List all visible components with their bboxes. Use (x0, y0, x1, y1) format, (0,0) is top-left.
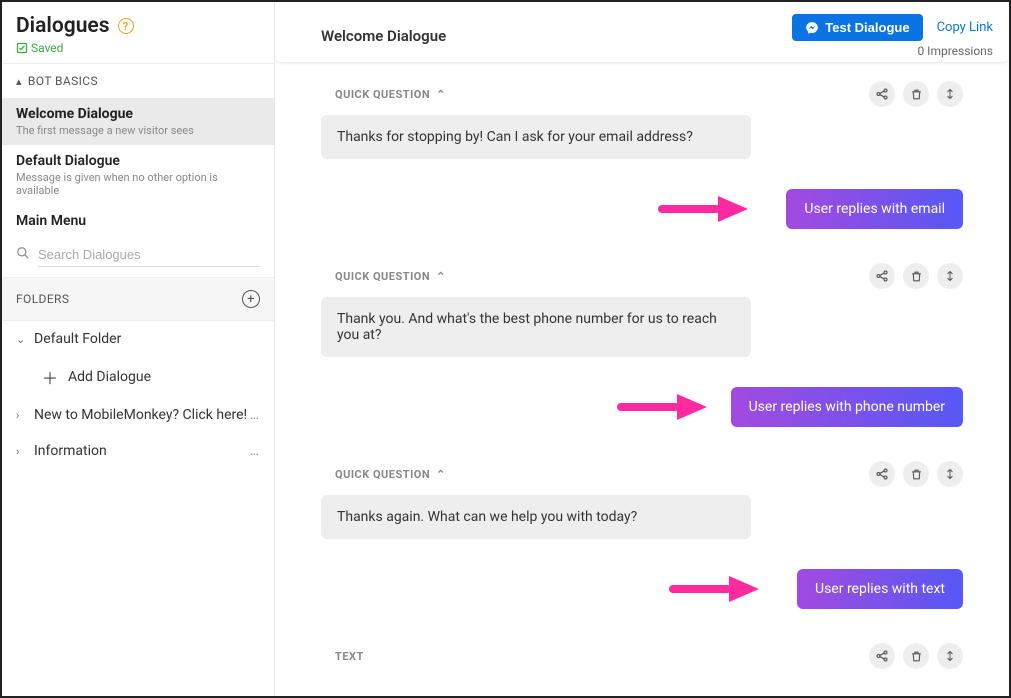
main-header: Welcome Dialogue Test Dialogue Copy Link… (275, 2, 1009, 63)
widget-type-label[interactable]: QUICK QUESTION ⌃ (321, 468, 446, 481)
plus-icon: ＋ (42, 365, 58, 389)
chevron-right-icon: › (16, 445, 28, 458)
widget-type-label[interactable]: QUICK QUESTION ⌃ (321, 88, 446, 101)
dialogue-desc: The first message a new visitor sees (16, 124, 260, 137)
widget-quick-question: QUICK QUESTION ⌃ (321, 81, 963, 229)
user-reply-chip[interactable]: User replies with text (797, 569, 963, 609)
folder-label: Information (34, 443, 107, 459)
section-label: BOT BASICS (28, 74, 98, 88)
bot-message[interactable]: Thanks again. What can we help you with … (321, 495, 751, 539)
add-dialogue-button[interactable]: ＋ Add Dialogue (2, 357, 274, 397)
folder-new-to-mm[interactable]: › New to MobileMonkey? Click here! … (2, 397, 274, 433)
more-icon[interactable]: … (250, 443, 260, 459)
search-icon (16, 246, 30, 264)
chevron-down-icon: ⌄ (16, 333, 28, 346)
sidebar: Dialogues ? Saved ▴ BOT BASICS Welcome D… (2, 2, 275, 696)
widget-quick-question: QUICK QUESTION ⌃ (321, 263, 963, 427)
add-folder-button[interactable]: + (242, 290, 260, 308)
move-icon[interactable] (937, 263, 963, 289)
share-icon[interactable] (869, 81, 895, 107)
dialogue-name: Welcome Dialogue (16, 106, 260, 122)
chevron-up-icon: ▴ (16, 75, 22, 88)
folder-label: Default Folder (34, 331, 121, 347)
dialogue-desc: Message is given when no other option is… (16, 171, 260, 197)
share-icon[interactable] (869, 461, 895, 487)
search-input[interactable] (38, 243, 260, 267)
bot-message[interactable]: Thank you. And what's the best phone num… (321, 297, 751, 357)
saved-label: Saved (31, 41, 63, 55)
help-icon[interactable]: ? (118, 18, 134, 34)
move-icon[interactable] (937, 461, 963, 487)
dialogue-item-default[interactable]: Default Dialogue Message is given when n… (2, 145, 274, 205)
test-dialogue-label: Test Dialogue (825, 20, 909, 35)
dialogue-item-mainmenu[interactable]: Main Menu (2, 205, 274, 237)
saved-badge: Saved (16, 41, 260, 55)
trash-icon[interactable] (903, 81, 929, 107)
bot-message[interactable]: Thanks for stopping by! Can I ask for yo… (321, 115, 751, 159)
share-icon[interactable] (869, 263, 895, 289)
canvas: QUICK QUESTION ⌃ (275, 63, 1009, 696)
move-icon[interactable] (937, 81, 963, 107)
folders-label: FOLDERS (16, 292, 69, 306)
widget-quick-question: QUICK QUESTION ⌃ (321, 461, 963, 609)
add-dialogue-label: Add Dialogue (68, 369, 151, 385)
chevron-up-icon: ⌃ (436, 88, 446, 101)
test-dialogue-button[interactable]: Test Dialogue (792, 14, 922, 41)
widget-type-label[interactable]: TEXT (321, 650, 364, 663)
share-icon[interactable] (869, 643, 895, 669)
user-reply-chip[interactable]: User replies with email (786, 189, 963, 229)
chevron-up-icon: ⌃ (436, 468, 446, 481)
copy-link[interactable]: Copy Link (937, 20, 993, 35)
more-icon[interactable]: … (250, 407, 260, 423)
move-icon[interactable] (937, 643, 963, 669)
dialogue-name: Default Dialogue (16, 153, 260, 169)
impressions-count: 0 Impressions (917, 44, 993, 58)
trash-icon[interactable] (903, 263, 929, 289)
folder-default[interactable]: ⌄ Default Folder (2, 321, 274, 357)
dialogue-title: Welcome Dialogue (321, 27, 446, 45)
chevron-right-icon: › (16, 409, 28, 422)
annotation-arrow (617, 394, 707, 420)
section-bot-basics[interactable]: ▴ BOT BASICS (2, 63, 274, 98)
annotation-arrow (669, 576, 759, 602)
folder-information[interactable]: › Information … (2, 433, 274, 469)
widget-type-label[interactable]: QUICK QUESTION ⌃ (321, 270, 446, 283)
messenger-icon (805, 21, 819, 35)
user-reply-chip[interactable]: User replies with phone number (731, 387, 963, 427)
annotation-arrow (658, 196, 748, 222)
chevron-up-icon: ⌃ (436, 270, 446, 283)
trash-icon[interactable] (903, 461, 929, 487)
folder-label: New to MobileMonkey? Click here! (34, 407, 247, 423)
widget-text: TEXT Great. Someon (321, 643, 963, 696)
dialogue-item-welcome[interactable]: Welcome Dialogue The first message a new… (2, 98, 274, 145)
folders-header: FOLDERS + (2, 277, 274, 321)
trash-icon[interactable] (903, 643, 929, 669)
page-title: Dialogues (16, 14, 110, 38)
main: Welcome Dialogue Test Dialogue Copy Link… (275, 2, 1009, 696)
check-icon (16, 42, 28, 54)
dialogue-name: Main Menu (16, 213, 260, 229)
